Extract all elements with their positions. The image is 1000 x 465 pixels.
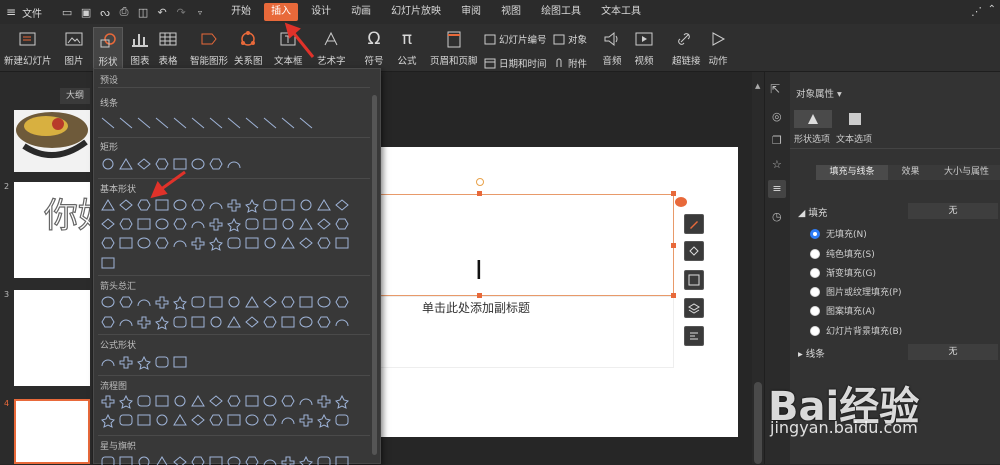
red-arrow-to-insert-tab	[284, 22, 315, 58]
annotation-arrows	[150, 22, 315, 199]
red-arrow-to-oval-shape	[150, 170, 186, 199]
